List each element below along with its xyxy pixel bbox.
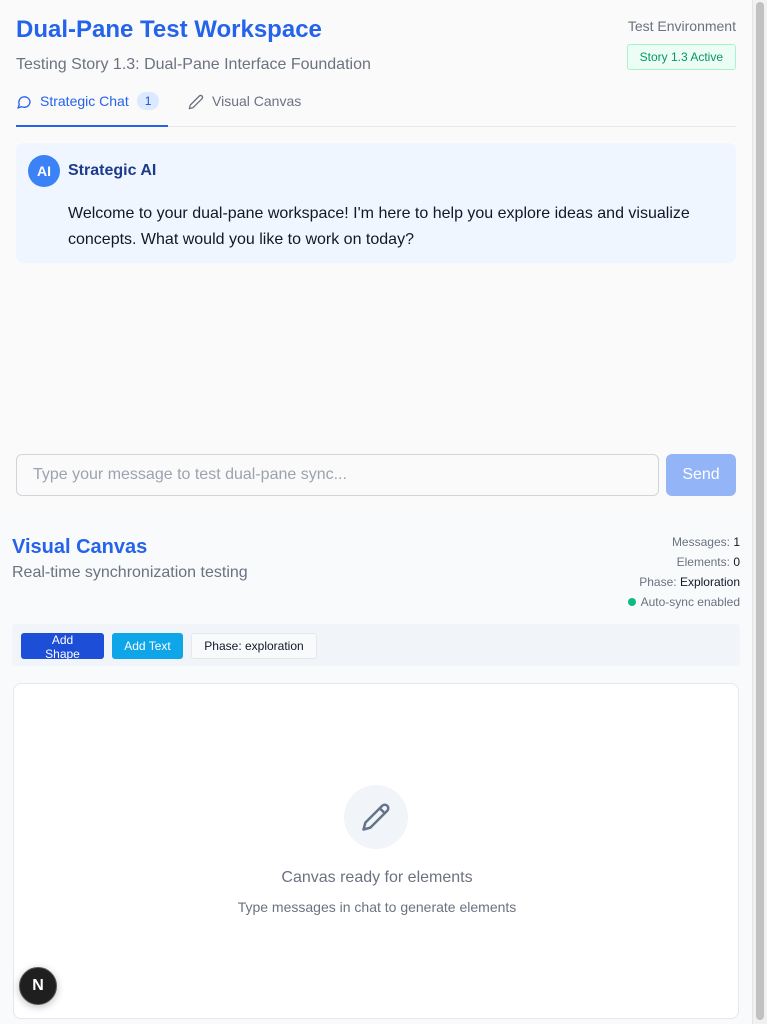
canvas-subtitle: Real-time synchronization testing: [12, 564, 248, 581]
tab-count-badge: 1: [136, 92, 160, 110]
page-subtitle: Testing Story 1.3: Dual-Pane Interface F…: [16, 56, 371, 73]
status-badge: Story 1.3 Active: [626, 44, 736, 70]
stat-elements-value: 0: [733, 555, 740, 569]
page-title: Dual-Pane Test Workspace: [16, 16, 322, 43]
ai-avatar: AI: [28, 155, 60, 187]
add-shape-button[interactable]: Add Shape: [21, 633, 104, 661]
stat-elements: Elements: 0: [676, 555, 740, 569]
stat-messages-value: 1: [733, 535, 740, 549]
tab-label: Visual Canvas: [212, 93, 302, 109]
phase-button[interactable]: Phase: exploration: [191, 633, 317, 659]
sync-dot-icon: [627, 598, 636, 606]
message-author: Strategic AI: [68, 162, 157, 179]
canvas-pane: Visual Canvas Real-time synchronization …: [0, 520, 752, 1024]
canvas-title: Visual Canvas: [12, 536, 148, 558]
environment-label: Test Environment: [627, 18, 736, 34]
scrollbar-thumb[interactable]: [756, 2, 764, 1020]
tab-label: Strategic Chat: [40, 93, 129, 109]
page-scrollbar[interactable]: [752, 0, 767, 1024]
send-button[interactable]: Send: [666, 454, 736, 496]
pencil-icon: [188, 94, 204, 110]
canvas-drawing-area[interactable]: Canvas ready for elements Type messages …: [13, 683, 739, 1019]
sync-status: Auto-sync enabled: [627, 592, 740, 612]
dev-tools-badge[interactable]: N: [19, 967, 57, 1005]
chat-bubble-icon: [17, 96, 31, 109]
stat-messages: Messages: 1: [671, 535, 740, 549]
stat-phase: Phase: Exploration: [639, 575, 740, 589]
tab-strategic-chat[interactable]: Strategic Chat 1: [16, 88, 168, 127]
stat-phase-value: Exploration: [679, 575, 740, 589]
empty-state-icon-circle: [344, 785, 408, 849]
empty-state-title: Canvas ready for elements: [281, 869, 473, 886]
chat-pane: Dual-Pane Test Workspace Testing Story 1…: [0, 0, 752, 512]
tab-bar: Strategic Chat 1 Visual Canvas: [16, 88, 736, 127]
add-text-button[interactable]: Add Text: [112, 633, 183, 659]
canvas-stats: Messages: 1 Elements: 0 Phase: Explorati…: [627, 532, 740, 612]
empty-state-subtitle: Type messages in chat to generate elemen…: [237, 899, 517, 915]
chat-message-input[interactable]: [16, 454, 659, 496]
message-text: Welcome to your dual-pane workspace! I'm…: [68, 205, 690, 248]
pencil-icon: [362, 803, 390, 831]
canvas-toolbar: Add Shape Add Text Phase: exploration: [12, 624, 740, 666]
chat-message: AI Strategic AI Welcome to your dual-pan…: [16, 143, 736, 263]
tab-visual-canvas[interactable]: Visual Canvas: [188, 88, 301, 126]
